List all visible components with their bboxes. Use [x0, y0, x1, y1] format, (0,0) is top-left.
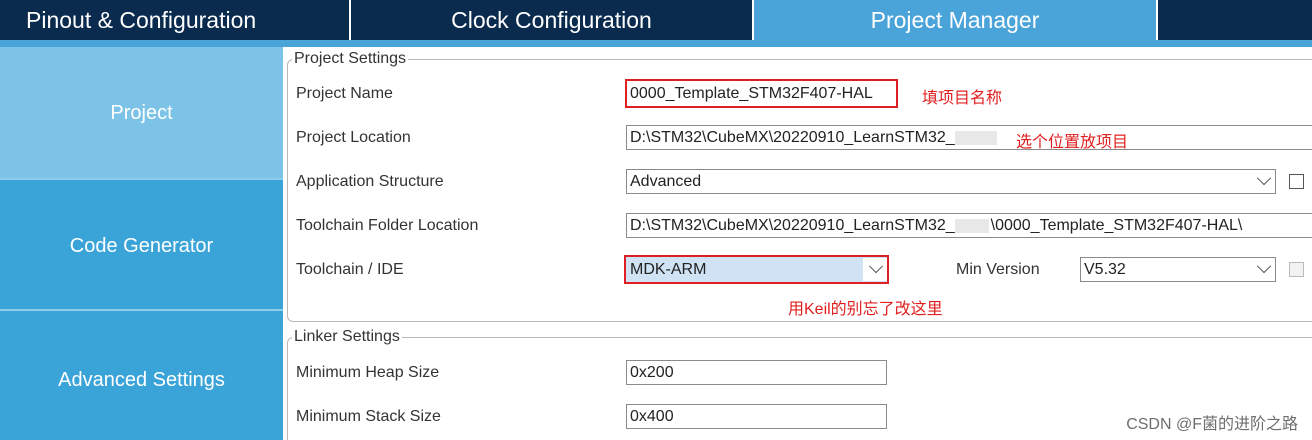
project-location-value: D:\STM32\CubeMX\20220910_LearnSTM32_ — [630, 129, 955, 146]
tab-pinout-configuration[interactable]: Pinout & Configuration — [0, 0, 349, 40]
project-name-label: Project Name — [296, 85, 393, 102]
heap-size-label: Minimum Heap Size — [296, 364, 440, 381]
watermark-text: CSDN @F菌的进阶之路 — [1126, 416, 1298, 433]
application-structure-select[interactable]: Advanced — [626, 169, 1276, 194]
linker-settings-title: Linker Settings — [292, 328, 402, 346]
application-structure-value: Advanced — [630, 173, 702, 190]
toolchain-folder-value-suffix: \0000_Template_STM32F407-HAL\ — [990, 217, 1243, 234]
heap-size-input[interactable]: 0x200 — [626, 360, 887, 385]
tab-project-manager[interactable]: Project Manager — [754, 0, 1156, 40]
toolchain-folder-label: Toolchain Folder Location — [296, 217, 479, 234]
tab-separator — [1156, 0, 1158, 40]
stack-size-input[interactable]: 0x400 — [626, 404, 887, 429]
top-tab-bar: Pinout & Configuration Clock Configurati… — [0, 0, 1312, 40]
project-location-annotation: 选个位置放项目 — [1016, 134, 1129, 151]
min-version-value: V5.32 — [1084, 261, 1126, 278]
min-version-label: Min Version — [956, 261, 1040, 278]
sidebar-item-advanced-settings[interactable]: Advanced Settings — [0, 310, 283, 440]
project-name-annotation: 填项目名称 — [922, 90, 1003, 107]
sidebar-item-project[interactable]: Project — [0, 47, 283, 180]
blurred-text-mask — [955, 131, 997, 145]
min-version-select[interactable]: V5.32 — [1080, 257, 1276, 282]
tab-underline-strip — [0, 40, 1312, 47]
toolchain-ide-highlight — [624, 255, 889, 284]
chevron-down-icon — [1256, 171, 1272, 186]
min-version-checkbox[interactable] — [1289, 262, 1304, 277]
tab-clock-configuration[interactable]: Clock Configuration — [351, 0, 752, 40]
project-name-highlight — [625, 79, 898, 108]
toolchain-folder-value-prefix: D:\STM32\CubeMX\20220910_LearnSTM32_ — [630, 217, 955, 234]
sidebar-item-code-generator[interactable]: Code Generator — [0, 180, 283, 310]
application-structure-label: Application Structure — [296, 173, 444, 190]
project-settings-title: Project Settings — [292, 50, 409, 68]
blurred-text-mask — [955, 219, 989, 233]
project-location-label: Project Location — [296, 129, 411, 146]
chevron-down-icon — [1256, 259, 1272, 274]
project-manager-sidebar: Project Code Generator Advanced Settings — [0, 47, 283, 440]
toolchain-ide-annotation: 用Keil的别忘了改这里 — [788, 301, 943, 318]
stack-size-label: Minimum Stack Size — [296, 408, 441, 425]
toolchain-ide-label: Toolchain / IDE — [296, 261, 404, 278]
structure-option-checkbox[interactable] — [1289, 174, 1304, 189]
